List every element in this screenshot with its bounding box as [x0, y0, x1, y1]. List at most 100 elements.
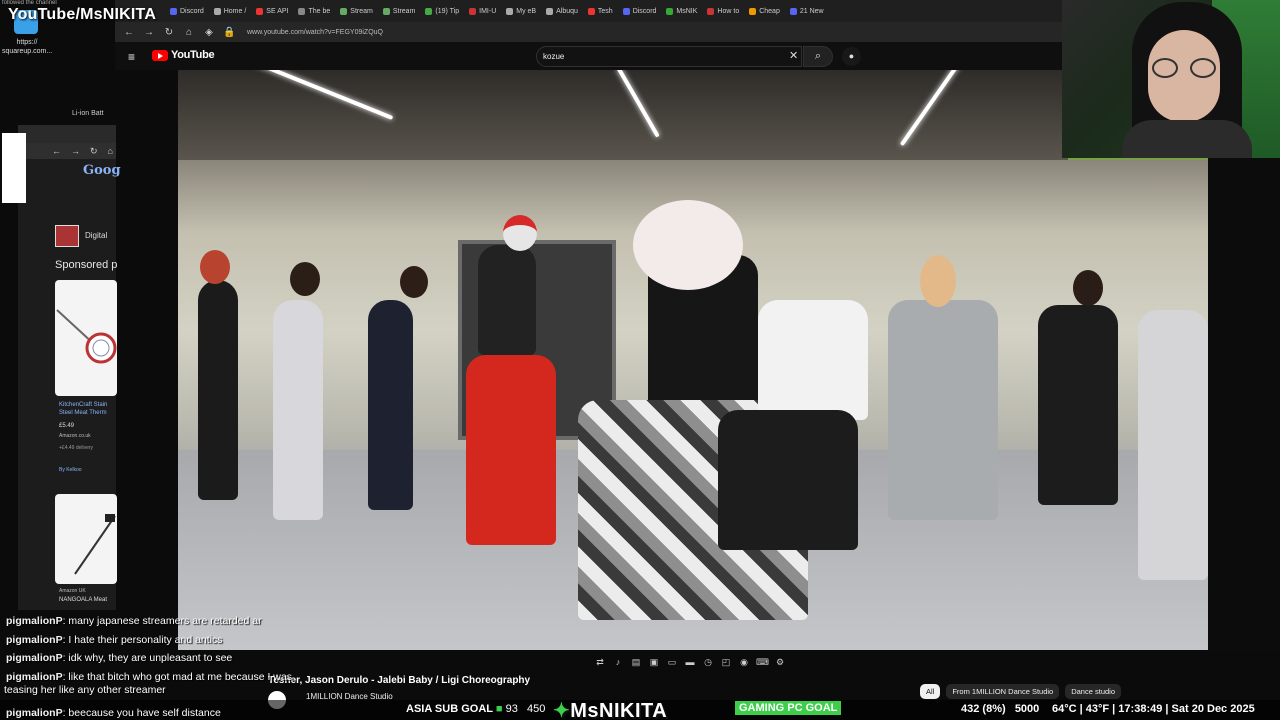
- shield-icon[interactable]: ◈: [203, 27, 215, 38]
- google-logo[interactable]: Goog: [83, 163, 121, 178]
- tab-label: Albuqu: [556, 7, 578, 15]
- tab-label: Home /: [223, 7, 247, 15]
- chat-text: : like that bitch who got mad at me beca…: [62, 670, 292, 683]
- clear-search-icon[interactable]: ✕: [789, 49, 798, 62]
- browser-tab[interactable]: Discord: [618, 2, 662, 20]
- subtitles-icon[interactable]: ▤: [630, 657, 642, 668]
- tab-favicon-icon: [256, 7, 264, 15]
- mic-icon[interactable]: ●: [842, 47, 861, 66]
- screen: followed the channel https:// squareup.c…: [0, 0, 1280, 720]
- address-bar: ← → ↻ ⌂ ◈ 🔒 www.youtube.com/watch?v=FEGY…: [115, 22, 1062, 42]
- youtube-logo-text: YouTube: [171, 49, 215, 61]
- chat-text: : idk why, they are unpleasant to see: [62, 652, 233, 664]
- probe-icon: [74, 514, 116, 575]
- tab-favicon-icon: [213, 7, 221, 15]
- product-title[interactable]: KitchenCraft Stain Steel Meat Therm: [59, 401, 117, 417]
- url-field[interactable]: www.youtube.com/watch?v=FEGY09iZQuQ: [247, 29, 383, 36]
- tab-label: Discord: [632, 7, 657, 15]
- youtube-logo[interactable]: YouTube: [152, 49, 215, 61]
- miniplayer-icon[interactable]: ▭: [666, 657, 678, 668]
- tab-label: (19) Tip: [435, 7, 460, 15]
- chat-username: pigmalionP: [6, 615, 63, 627]
- tab-favicon-icon: [546, 7, 554, 15]
- settings-gear-icon[interactable]: ⚙: [774, 657, 786, 668]
- system-stats: 64°C | 43°F | 17:38:49 | Sat 20 Dec 2025: [1052, 703, 1255, 715]
- browser-tab[interactable]: Stream: [335, 2, 378, 20]
- theater-icon[interactable]: ▬: [684, 657, 696, 668]
- browser-tabbar: Discord Home / SE API The be Stream Stream (19…: [115, 0, 1062, 22]
- tab-label: Tesh: [597, 7, 613, 15]
- reload-icon[interactable]: ↻: [90, 146, 98, 157]
- tab-label: The be: [308, 7, 331, 15]
- reload-icon[interactable]: ↻: [163, 27, 175, 38]
- dancer-black-pants: [718, 410, 858, 550]
- goal-flag-icon: ■: [495, 703, 503, 715]
- tab-favicon-icon: [707, 7, 715, 15]
- tab-favicon-icon: [789, 7, 797, 15]
- chip-dance-studio[interactable]: Dance studio: [1065, 684, 1121, 699]
- thermometer-icon: [56, 309, 117, 364]
- chat-username: pigmalionP: [6, 707, 63, 719]
- browser-tab[interactable]: IMI-U: [464, 2, 501, 20]
- camera-icon[interactable]: ◉: [738, 657, 750, 668]
- back-icon[interactable]: ←: [123, 27, 135, 38]
- browser-tab[interactable]: Tesh: [583, 2, 618, 20]
- browser-tab[interactable]: Cheap: [744, 2, 785, 20]
- dancer-head: [200, 250, 230, 284]
- forward-icon[interactable]: →: [143, 27, 155, 38]
- lock-icon: 🔒: [223, 26, 236, 38]
- digital-thumbnail[interactable]: [55, 225, 79, 247]
- related-chips: All From 1MILLION Dance Studio Dance stu…: [920, 684, 1121, 699]
- chat-text: : beecause you have self distance: [62, 707, 221, 719]
- dancer-red-cap: [478, 245, 536, 355]
- video-player[interactable]: [178, 70, 1208, 650]
- browser-tab[interactable]: How to: [702, 2, 744, 20]
- tab-label: 21 New: [799, 7, 824, 15]
- browser-tab[interactable]: Home /: [209, 2, 252, 20]
- tab-favicon-icon: [587, 7, 595, 15]
- back-tabbar: [18, 125, 116, 143]
- browser-tab[interactable]: Discord: [165, 2, 209, 20]
- speed-icon[interactable]: ◷: [702, 657, 714, 668]
- loop-icon[interactable]: ⇄: [594, 657, 606, 668]
- browser-tab[interactable]: Albuqu: [541, 2, 583, 20]
- tab-label: Cheap: [759, 7, 780, 15]
- chip-all[interactable]: All: [920, 684, 941, 699]
- forward-arrow-icon[interactable]: →: [71, 146, 80, 156]
- chat-text: : many japanese streamers are retarded a…: [62, 615, 262, 627]
- back-tab-label[interactable]: Li-ion Batt: [72, 110, 104, 117]
- browser-tab[interactable]: 21 New: [785, 2, 829, 20]
- chat-message: pigmalionP: beecause you have self dista…: [6, 704, 326, 720]
- home-icon[interactable]: ⌂: [183, 27, 195, 38]
- browser-tab[interactable]: My eB: [501, 2, 541, 20]
- stream-title: YouTube/MsNIKITA: [8, 6, 157, 23]
- webcam-overlay: [1062, 0, 1280, 158]
- pip-icon[interactable]: ◰: [720, 657, 732, 668]
- search-button[interactable]: ⌕: [803, 46, 833, 67]
- product2-title[interactable]: NANGOALA Meat: [59, 597, 107, 603]
- browser-tab[interactable]: Stream: [378, 2, 421, 20]
- tab-favicon-icon: [469, 7, 477, 15]
- keyboard-icon[interactable]: ⌨: [756, 657, 769, 668]
- home-icon[interactable]: ⌂: [108, 146, 113, 156]
- back-arrow-icon[interactable]: ←: [52, 146, 61, 156]
- brand-k-icon: ✦: [553, 700, 571, 720]
- menu-icon[interactable]: ≡: [128, 50, 135, 64]
- search-input[interactable]: kozue: [536, 46, 802, 67]
- browser-tab[interactable]: The be: [293, 2, 335, 20]
- product-by[interactable]: By Kelkoo: [59, 467, 82, 473]
- browser-tab[interactable]: SE API: [251, 2, 293, 20]
- dancer: [273, 300, 323, 520]
- dancer: [198, 280, 238, 500]
- audio-icon[interactable]: ♪: [612, 657, 624, 668]
- tab-label: Discord: [180, 7, 204, 15]
- product-image-thermometer[interactable]: [55, 280, 117, 396]
- product-image-probe[interactable]: [55, 494, 117, 584]
- browser-tab[interactable]: MsNIK: [661, 2, 702, 20]
- browser-tab[interactable]: (19) Tip: [420, 2, 464, 20]
- screenshot-icon[interactable]: ▣: [648, 657, 660, 668]
- tab-label: MsNIK: [676, 7, 698, 15]
- chip-from-channel[interactable]: From 1MILLION Dance Studio: [946, 684, 1060, 699]
- glasses-icon: [1152, 58, 1178, 78]
- digital-label[interactable]: Digital: [85, 231, 107, 240]
